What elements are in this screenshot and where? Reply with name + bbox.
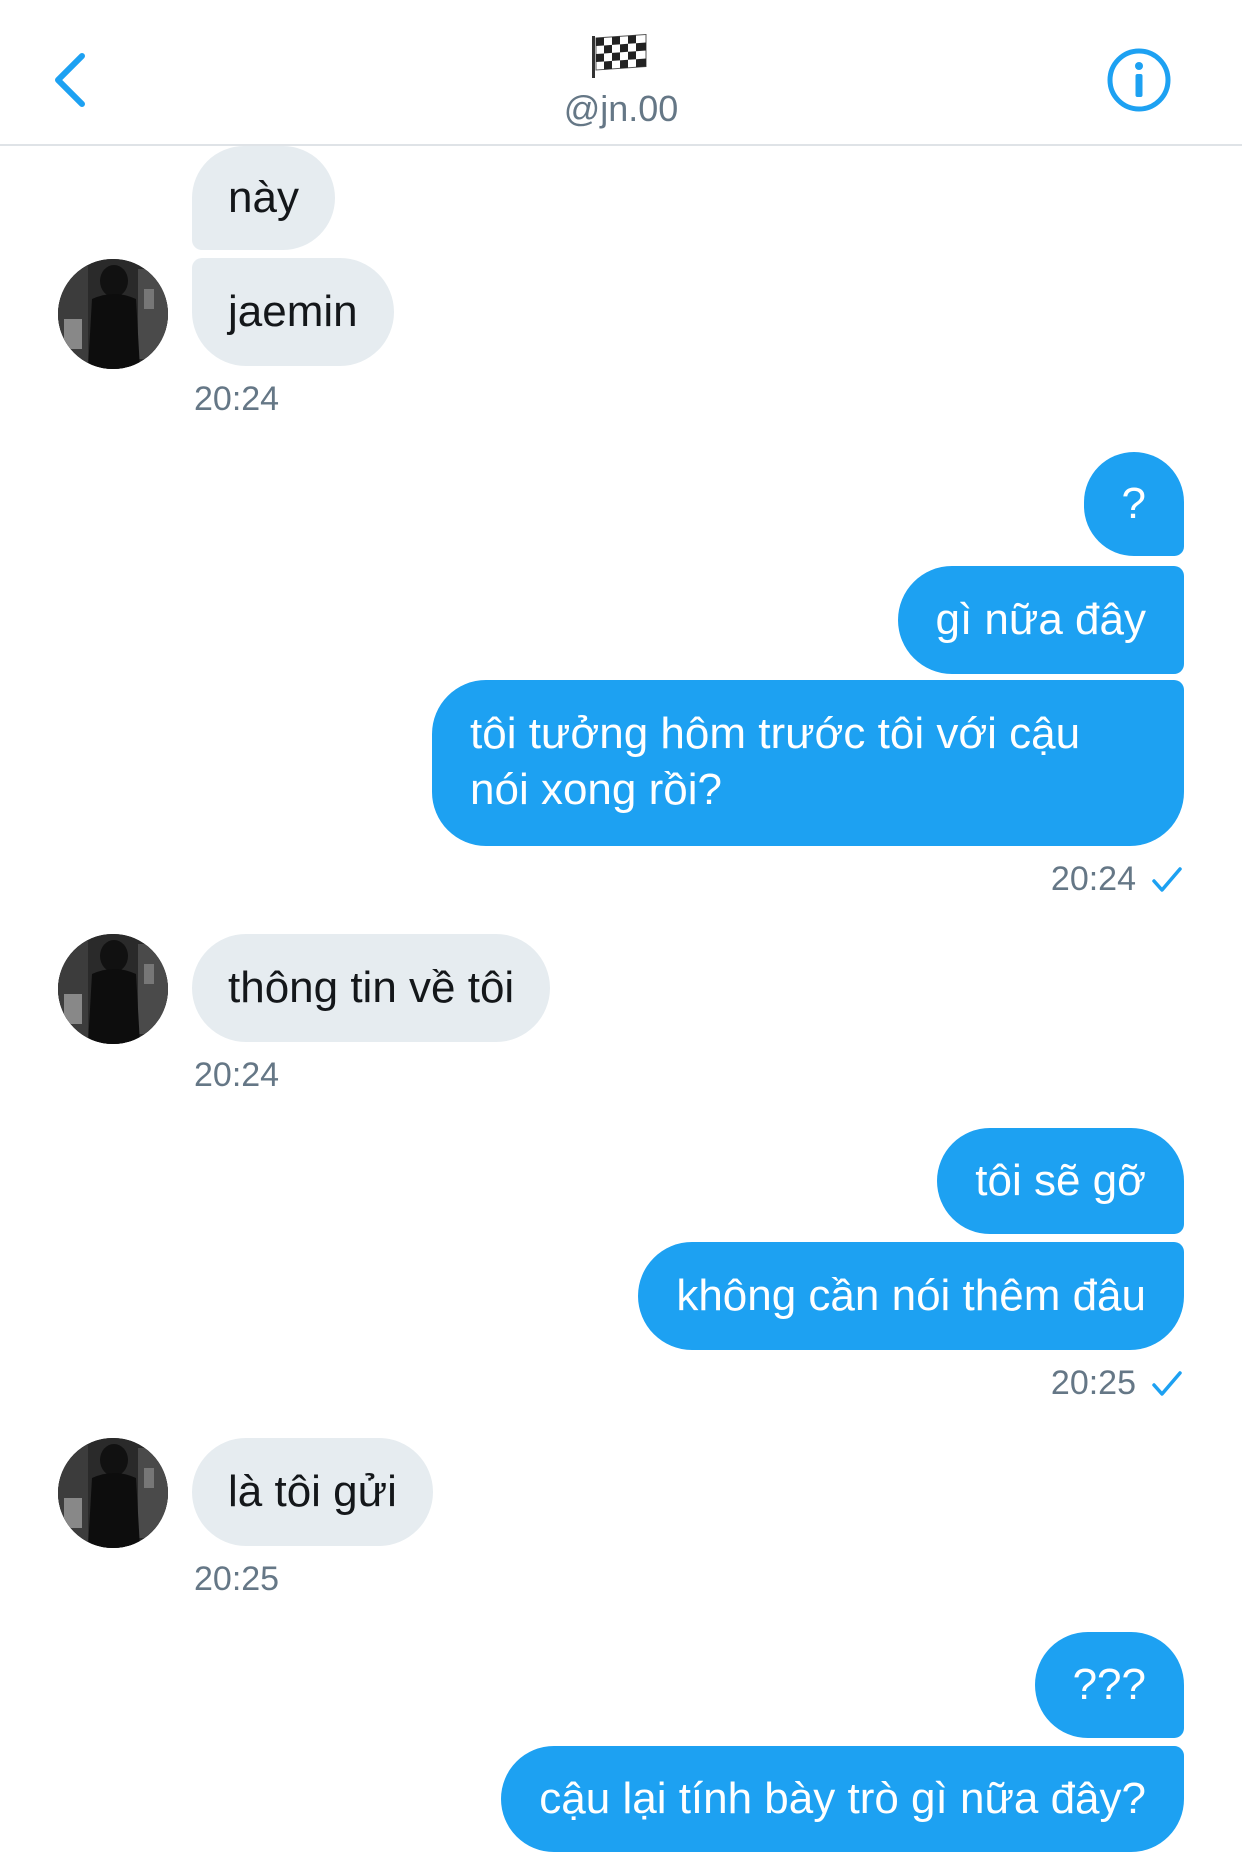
message-bubble-received[interactable]: thông tin về tôi xyxy=(192,934,551,1042)
conversation-handle[interactable]: @jn.00 xyxy=(0,88,1242,130)
message-bubble-sent[interactable]: tôi sẽ gỡ xyxy=(937,1128,1184,1234)
info-icon[interactable] xyxy=(1106,47,1172,113)
avatar-photo xyxy=(58,259,168,369)
avatar-photo xyxy=(58,934,168,1044)
message-text: này xyxy=(228,173,299,222)
conversation-header: @jn.00 xyxy=(0,0,1242,146)
avatar[interactable] xyxy=(58,934,168,1044)
message-timestamp: 20:24 xyxy=(194,380,280,418)
message-bubble-received[interactable]: jaemin xyxy=(192,258,394,366)
message-bubble-sent[interactable]: ? xyxy=(1083,452,1184,556)
avatar[interactable] xyxy=(58,259,168,369)
avatar-photo xyxy=(58,1438,168,1548)
message-bubble-sent[interactable]: ??? xyxy=(1034,1632,1184,1738)
message-text: ??? xyxy=(1072,1660,1146,1709)
message-bubble-received[interactable]: là tôi gửi xyxy=(192,1438,433,1546)
checkered-flag-icon xyxy=(592,34,647,78)
message-text: là tôi gửi xyxy=(228,1467,397,1516)
message-text: tôi tưởng hôm trước tôi với cậu nói xong… xyxy=(470,709,1081,814)
message-timestamp: 20:25 xyxy=(194,1560,280,1598)
message-bubble-sent[interactable]: cậu lại tính bày trò gì nữa đây? xyxy=(501,1746,1184,1852)
message-timestamp-row: 20:24 xyxy=(1051,860,1184,899)
message-text: cậu lại tính bày trò gì nữa đây? xyxy=(539,1774,1146,1823)
message-text: gì nữa đây xyxy=(935,595,1146,644)
read-check-icon xyxy=(1152,866,1182,892)
message-text: ? xyxy=(1121,479,1146,528)
message-timestamp-row: 20:25 xyxy=(1051,1364,1184,1403)
message-text: jaemin xyxy=(228,287,358,336)
message-text: không cần nói thêm đâu xyxy=(676,1271,1146,1320)
message-bubble-received[interactable]: này xyxy=(192,146,335,250)
message-bubble-sent[interactable]: không cần nói thêm đâu xyxy=(638,1242,1184,1350)
message-timestamp: 20:24 xyxy=(194,1056,280,1094)
message-timestamp: 20:25 xyxy=(1050,1364,1136,1402)
message-timestamp: 20:24 xyxy=(1050,860,1136,898)
message-bubble-sent[interactable]: tôi tưởng hôm trước tôi với cậu nói xong… xyxy=(432,680,1184,846)
avatar[interactable] xyxy=(58,1438,168,1548)
message-bubble-sent[interactable]: gì nữa đây xyxy=(897,566,1184,674)
read-check-icon xyxy=(1152,1370,1182,1396)
message-text: tôi sẽ gỡ xyxy=(975,1156,1146,1205)
message-text: thông tin về tôi xyxy=(228,963,515,1012)
